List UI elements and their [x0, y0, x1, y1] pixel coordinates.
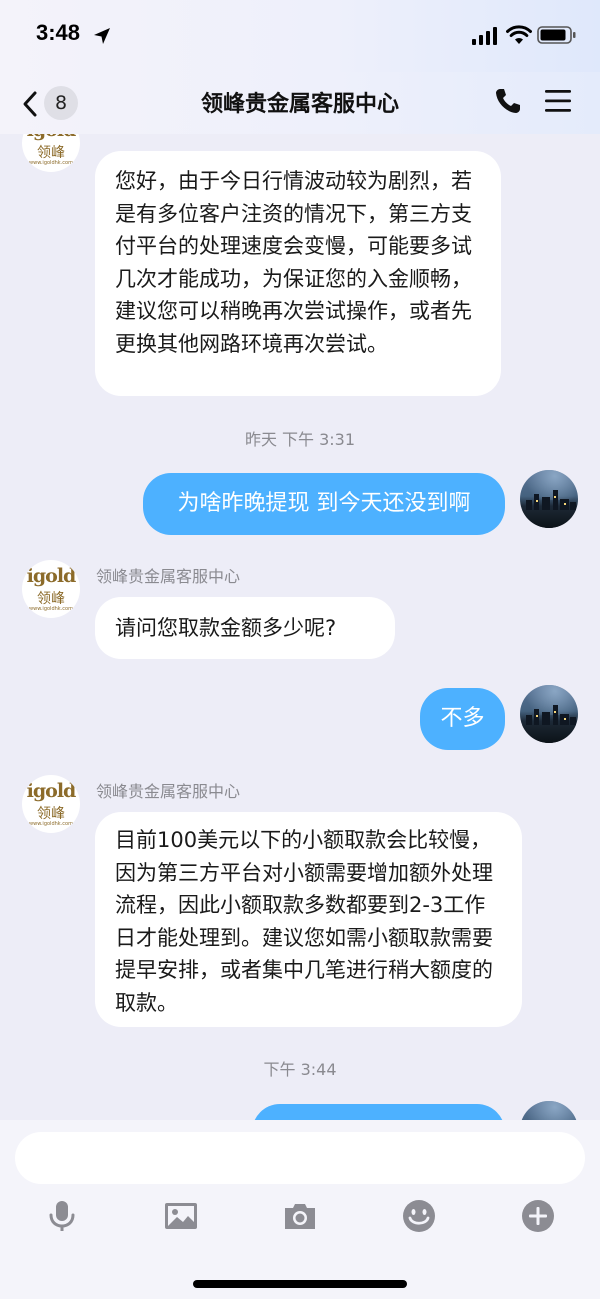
user-avatar[interactable] [520, 1101, 578, 1120]
composer [0, 1120, 600, 1299]
back-button[interactable]: 8 [20, 86, 80, 122]
timestamp: 下午 3:44 [263, 1060, 337, 1079]
chat-header: 8 领峰贵金属客服中心 [0, 72, 600, 134]
emoji-icon[interactable] [401, 1198, 437, 1234]
message-list[interactable]: igold 领峰 www.igoldhk.com 您好，由于今日行情波动较为剧烈… [0, 134, 600, 1120]
cellular-signal-icon [472, 27, 497, 45]
agent-avatar[interactable]: igold 领峰 www.igoldhk.com [22, 560, 80, 618]
message-bubble-outgoing[interactable]: 不多 [420, 688, 505, 750]
plus-icon[interactable] [520, 1198, 556, 1234]
status-bar: 3:48 [0, 0, 600, 72]
agent-avatar[interactable]: igold 领峰 www.igoldhk.com [22, 134, 80, 172]
message-bubble-incoming[interactable]: 请问您取款金额多少呢? [95, 597, 395, 659]
chevron-left-icon [23, 91, 37, 117]
message-bubble-outgoing[interactable] [252, 1104, 505, 1120]
home-indicator[interactable] [193, 1280, 407, 1288]
sender-name: 领峰贵金属客服中心 [96, 567, 241, 586]
menu-icon[interactable] [544, 88, 572, 114]
image-icon[interactable] [163, 1198, 199, 1234]
agent-avatar[interactable]: igold 领峰 www.igoldhk.com [22, 775, 80, 833]
user-avatar[interactable] [520, 470, 578, 528]
status-time: 3:48 [36, 20, 81, 45]
camera-icon[interactable] [282, 1198, 318, 1234]
message-bubble-incoming[interactable]: 您好，由于今日行情波动较为剧烈，若是有多位客户注资的情况下，第三方支付平台的处理… [95, 151, 501, 396]
wifi-icon [506, 25, 532, 44]
location-arrow-icon [94, 28, 110, 44]
user-avatar[interactable] [520, 685, 578, 743]
microphone-icon[interactable] [44, 1198, 80, 1234]
message-bubble-incoming[interactable]: 目前100美元以下的小额取款会比较慢，因为第三方平台对小额需要增加额外处理流程，… [95, 812, 522, 1027]
message-input[interactable] [15, 1132, 585, 1184]
sender-name: 领峰贵金属客服中心 [96, 782, 241, 801]
battery-icon [537, 26, 576, 44]
phone-call-icon[interactable] [493, 86, 523, 116]
unread-count-badge: 8 [44, 86, 78, 120]
message-bubble-outgoing[interactable]: 为啥昨晚提现 到今天还没到啊 [143, 473, 505, 535]
timestamp: 昨天 下午 3:31 [244, 430, 356, 449]
